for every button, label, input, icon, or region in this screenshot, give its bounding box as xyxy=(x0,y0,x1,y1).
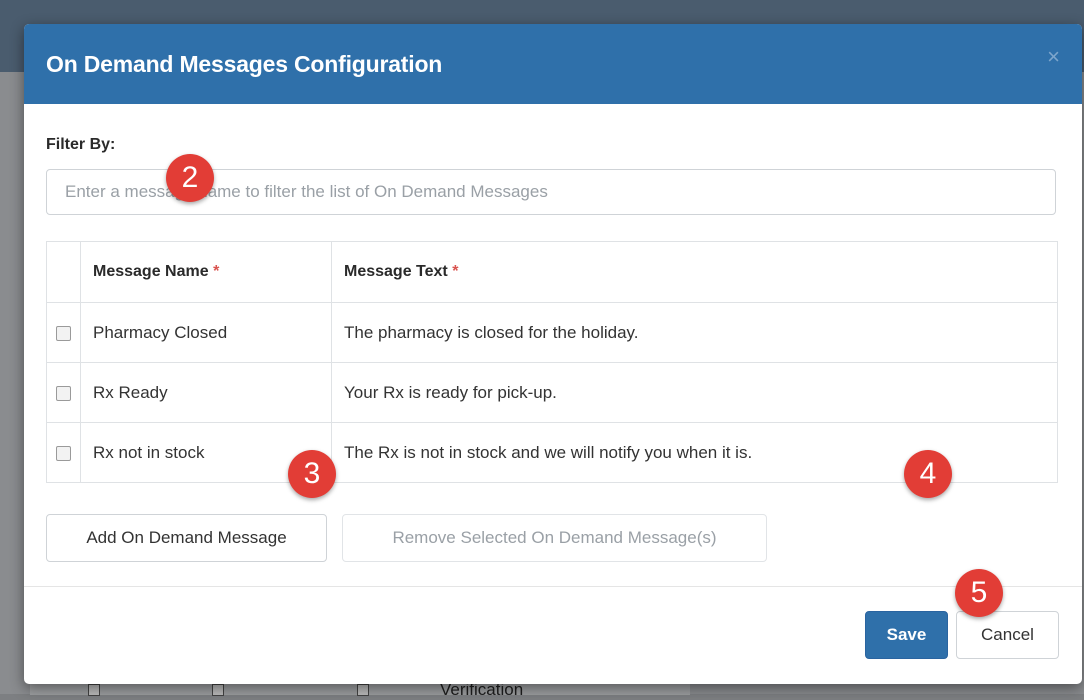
callout-badge-4: 4 xyxy=(904,450,952,498)
background-checkbox xyxy=(357,684,369,696)
message-text-cell[interactable]: The pharmacy is closed for the holiday. xyxy=(331,302,1058,363)
required-marker: * xyxy=(213,263,220,280)
on-demand-messages-dialog: On Demand Messages Configuration × Filte… xyxy=(24,24,1082,684)
messages-table: Message Name * Message Text * Pharmacy C… xyxy=(46,241,1058,483)
required-marker: * xyxy=(452,263,459,280)
callout-badge-5: 5 xyxy=(955,569,1003,617)
row-select-cell xyxy=(46,362,81,423)
message-text-cell[interactable]: Your Rx is ready for pick-up. xyxy=(331,362,1058,423)
row-select-cell xyxy=(46,302,81,363)
column-header-message-name[interactable]: Message Name * xyxy=(80,241,332,303)
background-checkbox xyxy=(88,684,100,696)
save-button[interactable]: Save xyxy=(865,611,948,659)
footer-divider xyxy=(24,586,1082,587)
background-checkbox xyxy=(212,684,224,696)
table-header-row: Message Name * Message Text * xyxy=(46,241,1058,303)
select-column-header xyxy=(46,241,81,303)
dialog-title: On Demand Messages Configuration xyxy=(46,51,443,77)
table-row: Pharmacy Closed The pharmacy is closed f… xyxy=(46,302,1058,363)
remove-selected-messages-button[interactable]: Remove Selected On Demand Message(s) xyxy=(342,514,767,562)
row-select-cell xyxy=(46,422,81,483)
table-row: Rx Ready Your Rx is ready for pick-up. xyxy=(46,362,1058,423)
filter-label: Filter By: xyxy=(46,136,116,153)
row-checkbox[interactable] xyxy=(56,325,71,341)
column-header-label: Message Text xyxy=(344,263,448,280)
message-name-cell[interactable]: Rx Ready xyxy=(80,362,332,423)
row-checkbox[interactable] xyxy=(56,385,71,401)
close-icon[interactable]: × xyxy=(1047,46,1060,68)
add-message-button[interactable]: Add On Demand Message xyxy=(46,514,327,562)
callout-badge-3: 3 xyxy=(288,450,336,498)
dialog-header: On Demand Messages Configuration × xyxy=(24,24,1082,104)
callout-badge-2: 2 xyxy=(166,154,214,202)
cancel-button[interactable]: Cancel xyxy=(956,611,1059,659)
column-header-label: Message Name xyxy=(93,263,209,280)
column-header-message-text[interactable]: Message Text * xyxy=(331,241,1058,303)
message-name-cell[interactable]: Pharmacy Closed xyxy=(80,302,332,363)
row-checkbox[interactable] xyxy=(56,445,71,461)
